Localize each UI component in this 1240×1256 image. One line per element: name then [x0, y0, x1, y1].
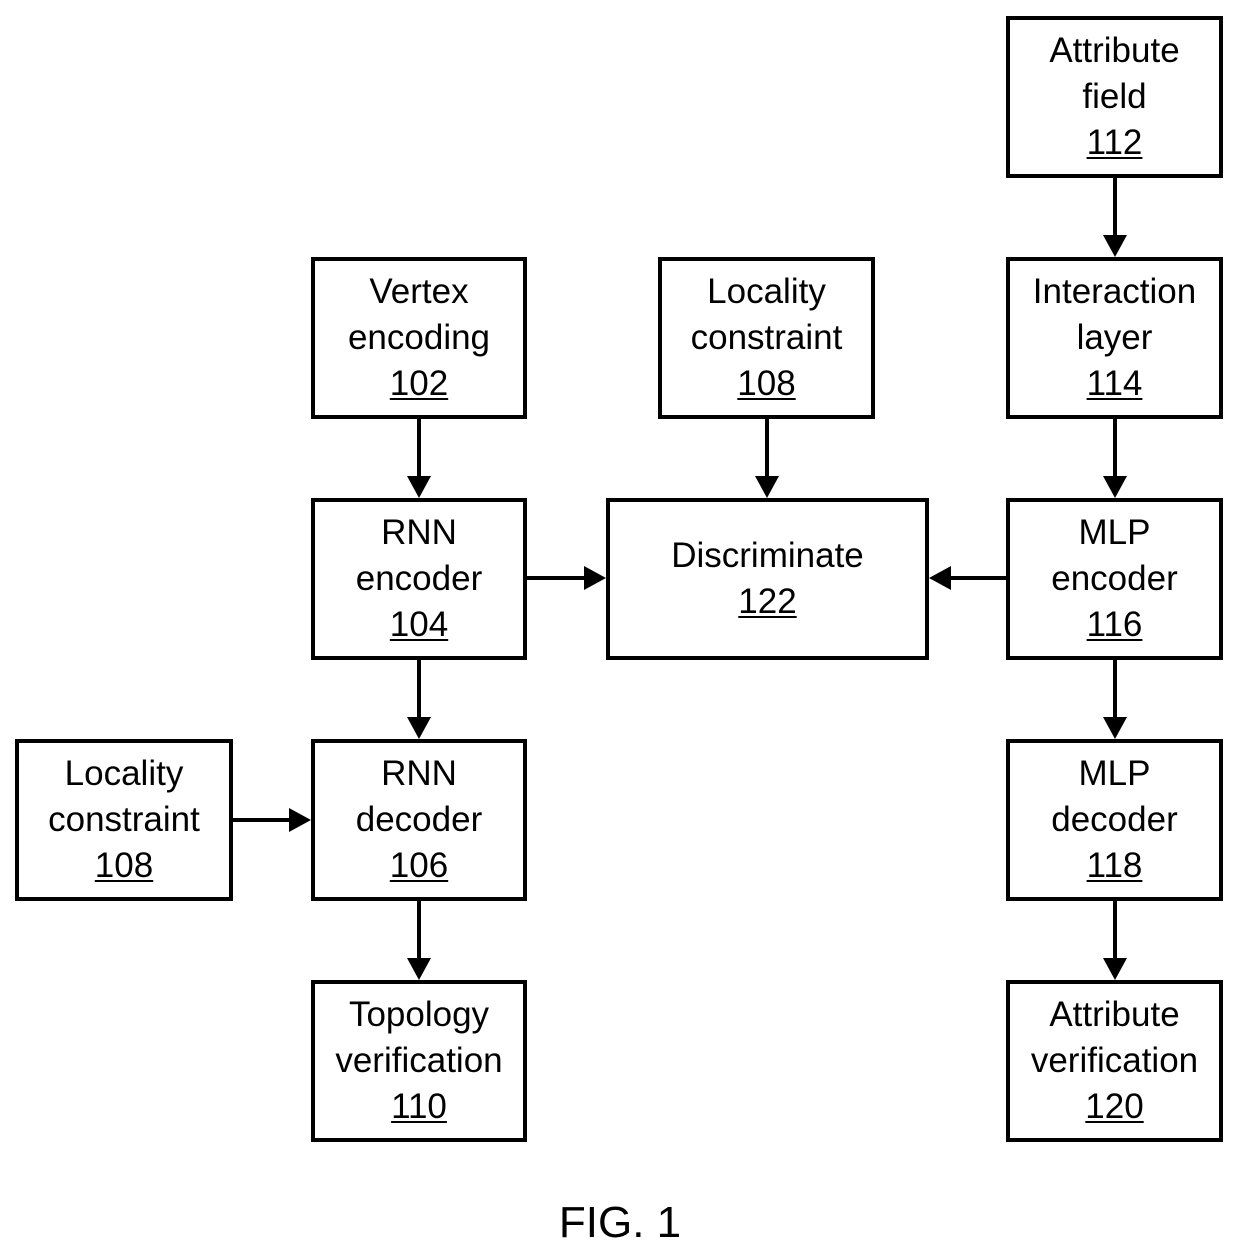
block-label: MLP: [1078, 754, 1151, 793]
block-label: decoder: [355, 800, 483, 839]
block-label: Attribute: [1049, 31, 1180, 70]
block-ref-number: 116: [1086, 605, 1143, 644]
block-rnn-encoder: RNN encoder 104: [311, 498, 527, 660]
arrowhead: [1103, 476, 1127, 498]
block-locality-constraint-left: Locality constraint 108: [15, 739, 233, 901]
block-label: verification: [1030, 1041, 1199, 1080]
arrowhead: [289, 808, 311, 832]
block-label: Locality: [707, 272, 826, 311]
block-label: verification: [335, 1041, 503, 1080]
arrowhead: [584, 566, 606, 590]
block-label: RNN: [381, 754, 457, 793]
block-label: Attribute: [1049, 995, 1180, 1034]
block-label: Discriminate: [671, 536, 864, 575]
block-label: constraint: [48, 800, 200, 839]
block-ref-number: 114: [1086, 364, 1143, 403]
arrowhead: [407, 717, 431, 739]
block-topology-verification: Topology verification 110: [311, 980, 527, 1142]
block-ref-number: 110: [391, 1087, 447, 1126]
block-ref-number: 108: [737, 364, 796, 403]
arrowhead: [407, 476, 431, 498]
block-label: RNN: [381, 513, 457, 552]
arrowhead: [407, 958, 431, 980]
block-label: encoding: [347, 318, 491, 357]
block-label: constraint: [690, 318, 843, 357]
block-vertex-encoding: Vertex encoding 102: [311, 257, 527, 419]
block-ref-number: 104: [389, 605, 449, 644]
block-label: encoder: [355, 559, 483, 598]
block-label: field: [1082, 77, 1147, 116]
block-label: Interaction: [1032, 272, 1197, 311]
arrowhead: [1103, 717, 1127, 739]
block-label: decoder: [1051, 800, 1178, 839]
arrowhead: [1103, 235, 1127, 257]
block-ref-number: 122: [738, 582, 797, 621]
block-interaction-layer: Interaction layer 114: [1006, 257, 1223, 419]
block-ref-number: 118: [1086, 846, 1143, 885]
figure-label: FIG. 1: [558, 1198, 682, 1247]
block-label: encoder: [1051, 559, 1178, 598]
block-ref-number: 106: [389, 846, 449, 885]
block-attribute-field: Attribute field 112: [1006, 16, 1223, 178]
block-mlp-encoder: MLP encoder 116: [1006, 498, 1223, 660]
block-ref-number: 120: [1085, 1087, 1144, 1126]
block-mlp-decoder: MLP decoder 118: [1006, 739, 1223, 901]
block-label: Vertex: [369, 272, 469, 311]
arrowhead: [755, 476, 779, 498]
block-ref-number: 102: [389, 364, 449, 403]
block-label: layer: [1076, 318, 1153, 357]
block-attribute-verification: Attribute verification 120: [1006, 980, 1223, 1142]
block-label: MLP: [1078, 513, 1151, 552]
block-label: Locality: [64, 754, 184, 793]
arrowhead: [929, 566, 951, 590]
arrowhead: [1103, 958, 1127, 980]
block-rnn-decoder: RNN decoder 106: [311, 739, 527, 901]
block-discriminate: Discriminate 122: [606, 498, 929, 660]
block-ref-number: 112: [1086, 123, 1143, 162]
block-label: Topology: [348, 995, 490, 1034]
block-ref-number: 108: [94, 846, 154, 885]
block-locality-constraint-top: Locality constraint 108: [658, 257, 875, 419]
